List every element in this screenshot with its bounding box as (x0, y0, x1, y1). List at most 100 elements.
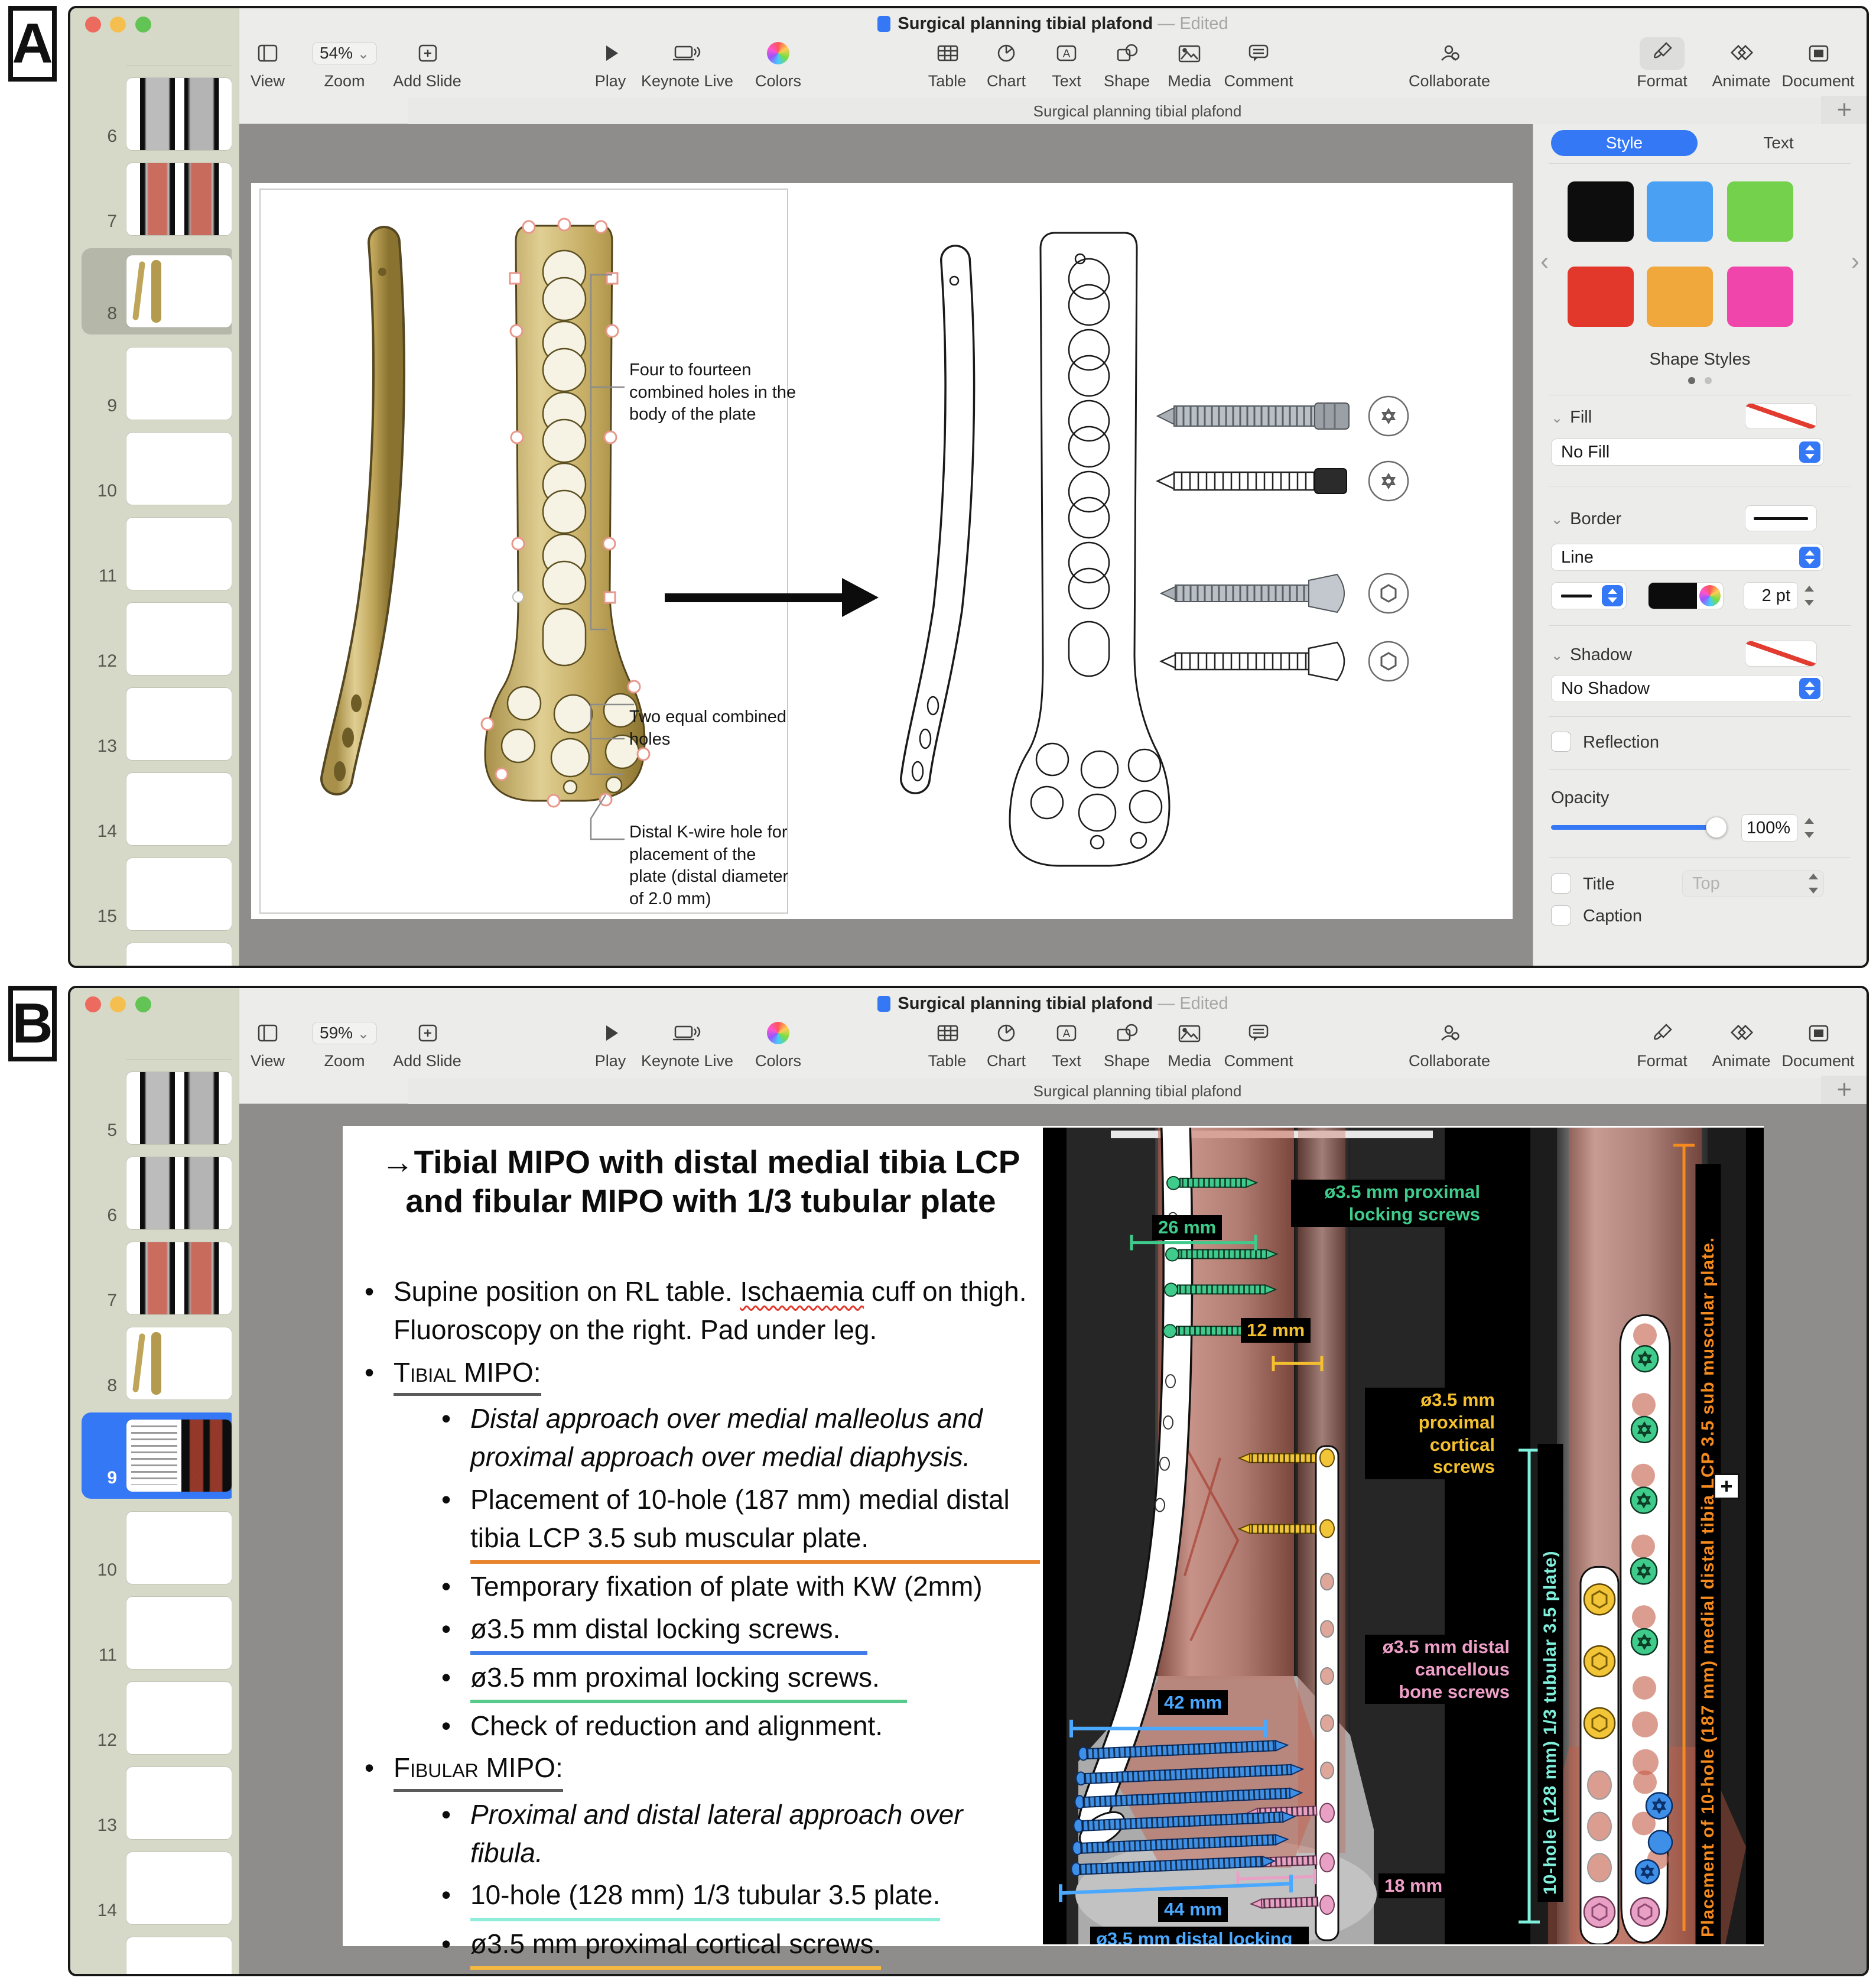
tab-style[interactable]: Style (1551, 130, 1698, 156)
shadow-preview[interactable] (1745, 641, 1817, 667)
title-checkbox[interactable] (1551, 873, 1571, 894)
slide-thumbnail-7[interactable]: 7 (90, 163, 232, 235)
annotation-two-holes: Two equal combined holes (629, 706, 789, 751)
shape-style-swatch-blue[interactable] (1647, 181, 1713, 242)
document-icon (1771, 39, 1865, 67)
slide-thumbnail-12[interactable]: 12 (90, 1682, 232, 1754)
format-button[interactable]: Format (1627, 39, 1698, 90)
document-button[interactable]: Document (1771, 1019, 1865, 1070)
zoom-value-dropdown[interactable]: 59% ⌄ (312, 1022, 377, 1044)
close-window-icon[interactable] (85, 17, 101, 33)
slide-thumbnail-10[interactable]: 10 (90, 433, 232, 505)
keynote-live-button[interactable]: Keynote Live (640, 1019, 734, 1070)
slide-thumbnail-6[interactable]: 6 (90, 78, 232, 150)
add-panel-button[interactable]: + (1822, 96, 1867, 124)
slide-thumbnail-9[interactable]: 9 (90, 348, 232, 420)
shape-style-swatch-orange[interactable] (1647, 267, 1713, 327)
border-preview[interactable] (1745, 505, 1817, 531)
shape-style-swatch-black[interactable] (1568, 181, 1634, 242)
color-wheel-icon[interactable] (1699, 585, 1721, 606)
swatch-prev-icon[interactable]: ‹ (1540, 247, 1549, 275)
reflection-checkbox[interactable] (1551, 732, 1571, 752)
border-width-stepper-icon[interactable] (1800, 583, 1818, 609)
panel-a-label: A (8, 6, 57, 82)
slide-thumbnail-13[interactable]: 13 (90, 1767, 232, 1839)
zoom-value-dropdown[interactable]: 54% ⌄ (312, 42, 377, 64)
zoom-control[interactable]: 54% ⌄ Zoom (309, 39, 380, 90)
title-position-value: Top (1692, 874, 1720, 894)
animate-label: Animate (1712, 1052, 1770, 1070)
minimize-window-icon[interactable] (110, 17, 126, 33)
slide-thumbnail-12[interactable]: 12 (90, 603, 232, 675)
zoom-window-icon[interactable] (135, 17, 151, 33)
slide-thumbnail-preview (126, 1420, 232, 1492)
colors-button[interactable]: Colors (743, 39, 814, 90)
tab-text[interactable]: Text (1711, 130, 1846, 156)
fill-section-label[interactable]: ⌄Fill (1551, 408, 1592, 427)
play-button[interactable]: Play (575, 39, 646, 90)
slide-thumbnail-5[interactable]: 5 (90, 1072, 232, 1144)
slide-thumbnail-14[interactable]: 14 (90, 773, 232, 845)
colors-icon (743, 39, 814, 67)
shape-button[interactable]: Shape (1091, 1019, 1162, 1070)
caption-checkbox[interactable] (1551, 905, 1571, 925)
shape-style-swatch-red[interactable] (1568, 267, 1634, 327)
fill-type-dropdown[interactable]: No Fill (1551, 439, 1824, 466)
shape-style-swatch-green[interactable] (1727, 181, 1793, 242)
swatch-next-icon[interactable]: › (1851, 247, 1859, 275)
line-style-dropdown[interactable] (1551, 582, 1627, 609)
border-section-label[interactable]: ⌄Border (1551, 509, 1621, 529)
opacity-slider[interactable] (1551, 825, 1726, 830)
add-slide-button[interactable]: Add Slide (392, 39, 463, 90)
slide-thumbnail-10[interactable]: 10 (90, 1512, 232, 1584)
slide-thumbnail-8[interactable]: 8 (82, 248, 232, 335)
slide-thumbnail-11[interactable]: 11 (90, 518, 232, 590)
slide-thumbnail-11[interactable]: 11 (90, 1597, 232, 1669)
border-type-dropdown[interactable]: Line (1551, 544, 1824, 571)
swatch-page-dots[interactable] (1533, 377, 1867, 384)
view-button[interactable]: View (232, 1019, 303, 1070)
opacity-value-field[interactable]: 100% (1741, 814, 1798, 842)
collaborate-button[interactable]: Collaborate (1402, 1019, 1497, 1070)
slide-thumbnail-14[interactable]: 14 (90, 1852, 232, 1924)
zoom-window-icon[interactable] (135, 996, 151, 1012)
close-window-icon[interactable] (85, 996, 101, 1012)
opacity-slider-knob[interactable] (1706, 817, 1727, 838)
shape-style-swatch-pink[interactable] (1727, 267, 1793, 327)
plus-badge-icon[interactable]: + (1714, 1473, 1740, 1499)
add-panel-button[interactable]: + (1822, 1076, 1867, 1104)
slide-thumbnail-8[interactable]: 8 (90, 1327, 232, 1399)
figure-two-keynote-screenshots: A 678910111213141516 Surgical planning t… (0, 0, 1876, 1981)
comment-button[interactable]: Comment (1211, 39, 1306, 90)
collaborate-label: Collaborate (1409, 1052, 1490, 1070)
border-color-well[interactable] (1648, 582, 1724, 609)
slide-thumbnail-16[interactable]: 16 (90, 943, 232, 966)
opacity-stepper-icon[interactable] (1800, 815, 1818, 841)
shadow-section-label[interactable]: ⌄Shadow (1551, 645, 1632, 665)
shadow-type-dropdown[interactable]: No Shadow (1551, 675, 1824, 702)
slide-thumbnail-15[interactable]: 15 (90, 1937, 232, 1974)
play-button[interactable]: Play (575, 1019, 646, 1070)
shape-button[interactable]: Shape (1091, 39, 1162, 90)
collaborate-button[interactable]: Collaborate (1402, 39, 1497, 90)
title-position-dropdown[interactable]: Top (1682, 870, 1824, 897)
colors-button[interactable]: Colors (743, 1019, 814, 1070)
border-width-field[interactable]: 2 pt (1744, 582, 1798, 609)
view-button[interactable]: View (232, 39, 303, 90)
format-button[interactable]: Format (1627, 1019, 1698, 1070)
keynote-live-button[interactable]: Keynote Live (640, 39, 734, 90)
comment-button[interactable]: Comment (1211, 1019, 1306, 1070)
animate-button[interactable]: Animate (1706, 1019, 1777, 1070)
slide-thumbnail-15[interactable]: 15 (90, 858, 232, 930)
document-button[interactable]: Document (1771, 39, 1865, 90)
format-icon (1627, 1019, 1698, 1047)
add-slide-button[interactable]: Add Slide (392, 1019, 463, 1070)
zoom-control[interactable]: 59% ⌄ Zoom (309, 1019, 380, 1070)
slide-thumbnail-6[interactable]: 6 (90, 1157, 232, 1229)
animate-button[interactable]: Animate (1706, 39, 1777, 90)
fill-preview[interactable] (1745, 403, 1817, 429)
slide-thumbnail-9[interactable]: 9 (82, 1412, 232, 1499)
minimize-window-icon[interactable] (110, 996, 126, 1012)
slide-thumbnail-13[interactable]: 13 (90, 688, 232, 760)
slide-thumbnail-7[interactable]: 7 (90, 1242, 232, 1314)
